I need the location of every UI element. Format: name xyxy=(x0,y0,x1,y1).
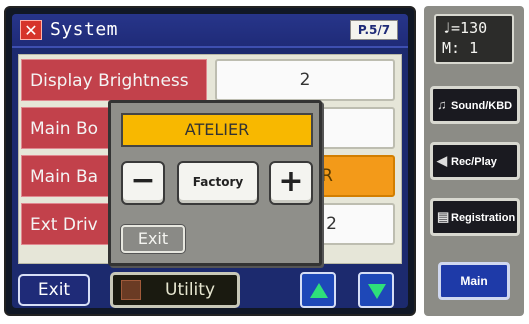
touch-screen: ✕ System P.5/7 Display Brightness 2 Main… xyxy=(4,6,416,316)
bottom-bar: Exit Utility xyxy=(12,268,408,308)
popup-exit-button[interactable]: Exit xyxy=(121,225,185,253)
tempo-readout: ♩=130 xyxy=(442,19,488,37)
setting-value[interactable]: 2 xyxy=(215,59,395,101)
setting-row[interactable]: Display Brightness 2 xyxy=(19,57,401,103)
exit-button[interactable]: Exit xyxy=(18,274,90,306)
screen-frame: ✕ System P.5/7 Display Brightness 2 Main… xyxy=(12,14,408,308)
side-panel: ♩=130 M: 1 ♫ Sound/KBD ◀ Rec/Play ▤ Registr… xyxy=(424,6,524,316)
sound-kbd-button[interactable]: ♫ Sound/KBD xyxy=(430,86,520,124)
increment-button[interactable]: + xyxy=(269,161,313,205)
sound-kbd-label: Sound/KBD xyxy=(451,100,513,112)
page-title: System xyxy=(50,19,119,40)
utility-label: Utility xyxy=(165,280,216,300)
measure-readout: M: 1 xyxy=(442,39,479,57)
arrow-up-icon xyxy=(310,283,328,298)
main-button[interactable]: Main xyxy=(438,262,510,300)
rec-play-label: Rec/Play xyxy=(451,156,497,168)
registration-label: Registration xyxy=(451,212,516,224)
tempo-measure-display: ♩=130 M: 1 xyxy=(434,14,514,64)
rec-play-button[interactable]: ◀ Rec/Play xyxy=(430,142,520,180)
music-note-icon: ♫ xyxy=(437,97,447,112)
selected-value-display: ATELIER xyxy=(121,113,313,147)
factory-reset-button[interactable]: Factory xyxy=(177,161,259,205)
page-indicator: P.5/7 xyxy=(350,20,398,40)
title-bar: ✕ System P.5/7 xyxy=(12,14,408,48)
utility-icon xyxy=(121,280,141,300)
utility-button[interactable]: Utility xyxy=(110,272,240,308)
page-up-button[interactable] xyxy=(300,272,336,308)
arrow-down-icon xyxy=(368,284,386,299)
value-select-popup: ATELIER − Factory + Exit xyxy=(108,100,322,266)
registration-button[interactable]: ▤ Registration xyxy=(430,198,520,236)
speaker-icon: ◀ xyxy=(437,153,447,168)
registration-icon: ▤ xyxy=(437,209,450,224)
decrement-button[interactable]: − xyxy=(121,161,165,205)
setting-label: Display Brightness xyxy=(21,59,207,101)
close-icon[interactable]: ✕ xyxy=(20,20,42,40)
page-down-button[interactable] xyxy=(358,272,394,308)
